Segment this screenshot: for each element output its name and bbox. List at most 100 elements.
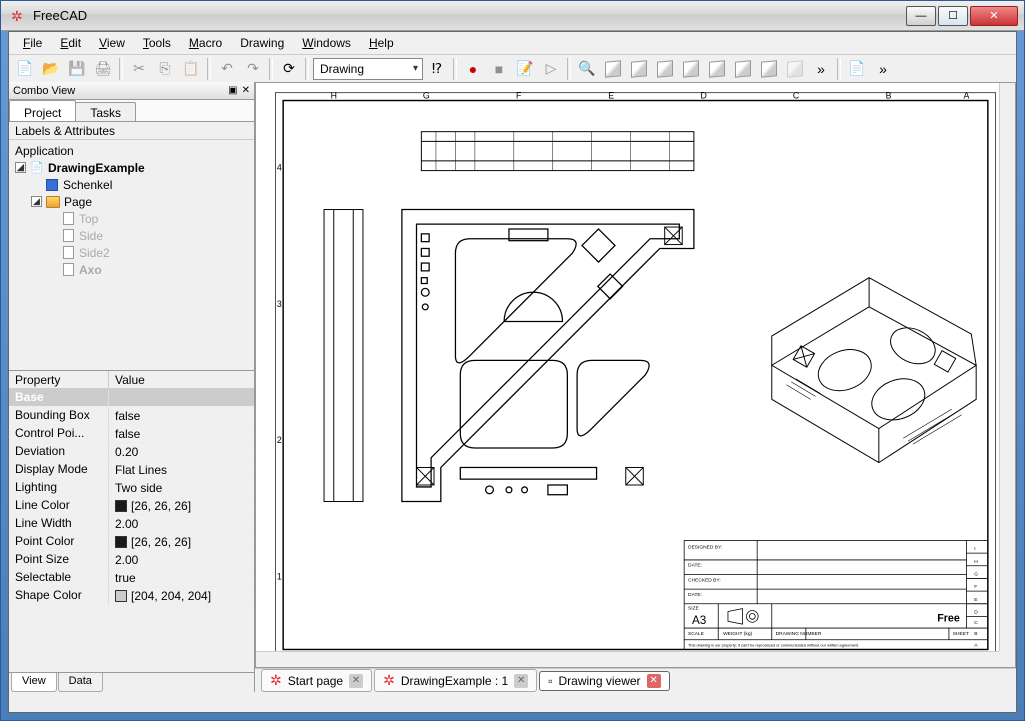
svg-text:DESIGNED BY:: DESIGNED BY: [688,544,722,550]
svg-text:F: F [516,91,521,101]
whatsthis-button[interactable]: ⁉ [425,57,449,81]
prop-tab-data[interactable]: Data [58,673,103,692]
macros-button[interactable]: 📝 [513,57,537,81]
print-button[interactable]: 🖨 [91,57,115,81]
close-tab-icon[interactable]: ✕ [349,674,363,688]
menu-windows[interactable]: Windows [294,34,359,52]
prop-row[interactable]: Point Size2.00 [9,551,254,569]
prop-row[interactable]: Bounding Boxfalse [9,407,254,425]
undock-icon[interactable]: ▣ [228,85,237,96]
prop-tab-view[interactable]: View [11,673,57,692]
svg-text:H: H [331,91,337,101]
tree-document[interactable]: ◢📄DrawingExample [11,159,252,176]
view-right-button[interactable] [679,57,703,81]
tree-part-schenkel[interactable]: Schenkel [11,176,252,193]
vertical-scrollbar[interactable] [999,83,1015,651]
svg-text:SHEET: SHEET [953,631,969,637]
prop-row[interactable]: Shape Color[204, 204, 204] [9,587,254,605]
close-tab-icon[interactable]: ✕ [647,674,661,688]
svg-text:D: D [974,609,978,615]
project-tree[interactable]: Application ◢📄DrawingExample Schenkel ◢P… [9,140,254,370]
menu-macro[interactable]: Macro [181,34,230,52]
run-macro-button[interactable]: ▷ [539,57,563,81]
tree-view-axo[interactable]: Axo [11,261,252,278]
doc-tab-start[interactable]: ✲Start page✕ [261,669,372,692]
zoom-fit-button[interactable]: 🔍 [575,57,599,81]
svg-text:I: I [974,546,975,552]
prop-row[interactable]: Deviation0.20 [9,443,254,461]
menu-help[interactable]: Help [361,34,402,52]
prop-header-value[interactable]: Value [109,371,151,388]
refresh-button[interactable]: ⟳ [277,57,301,81]
color-swatch [115,536,127,548]
app-icon: ✲ [11,8,27,24]
svg-text:E: E [974,597,978,603]
close-panel-icon[interactable]: ✕ [242,85,250,96]
prop-row[interactable]: Line Width2.00 [9,515,254,533]
labels-header: Labels & Attributes [9,122,254,140]
view-left-button[interactable] [757,57,781,81]
new-button[interactable]: 📄 [13,57,37,81]
paste-button[interactable]: 📋 [179,57,203,81]
svg-text:D: D [700,91,706,101]
svg-text:1: 1 [277,571,282,581]
open-button[interactable]: 📂 [39,57,63,81]
menu-file[interactable]: File [15,34,50,52]
stop-macro-button[interactable]: ■ [487,57,511,81]
tab-project[interactable]: Project [9,100,76,121]
menu-drawing[interactable]: Drawing [232,34,292,52]
copy-button[interactable]: ⎘ [153,57,177,81]
view-extra-button[interactable] [783,57,807,81]
svg-text:A: A [974,643,978,649]
close-tab-icon[interactable]: ✕ [514,674,528,688]
menu-view[interactable]: View [91,34,133,52]
tree-application[interactable]: Application [11,142,252,159]
prop-row[interactable]: Control Poi...false [9,425,254,443]
prop-row[interactable]: Line Color[26, 26, 26] [9,497,254,515]
maximize-button[interactable]: ☐ [938,6,968,26]
window-title: FreeCAD [33,8,906,23]
menu-edit[interactable]: Edit [52,34,89,52]
view-iso-button[interactable] [601,57,625,81]
view-front-button[interactable] [627,57,651,81]
view-rear-button[interactable] [705,57,729,81]
tree-view-top[interactable]: Top [11,210,252,227]
menu-tools[interactable]: Tools [135,34,179,52]
minimize-button[interactable]: — [906,6,936,26]
prop-header-property[interactable]: Property [9,371,109,388]
tab-tasks[interactable]: Tasks [75,102,136,121]
view-bottom-button[interactable] [731,57,755,81]
tree-view-side2[interactable]: Side2 [11,244,252,261]
prop-row[interactable]: Point Color[26, 26, 26] [9,533,254,551]
prop-group-base: Base [9,389,109,406]
combo-view-title: Combo View ▣✕ [9,82,254,100]
tree-view-side[interactable]: Side [11,227,252,244]
tree-page[interactable]: ◢Page [11,193,252,210]
property-panel: Property Value BaseBounding BoxfalseCont… [9,370,254,692]
cut-button[interactable]: ✂ [127,57,151,81]
titlebar: ✲ FreeCAD — ☐ ✕ [1,1,1024,31]
drawing-canvas[interactable]: HGFEDCBA HGFEDCBA 4321 [255,82,1016,668]
record-macro-button[interactable]: ● [461,57,485,81]
svg-text:G: G [974,572,978,578]
view-top-button[interactable] [653,57,677,81]
redo-button[interactable]: ↷ [241,57,265,81]
prop-row[interactable]: Display ModeFlat Lines [9,461,254,479]
doc-tab-example[interactable]: ✲DrawingExample : 1✕ [374,669,537,692]
workbench-selector[interactable]: Drawing [313,58,423,80]
horizontal-scrollbar[interactable] [256,651,999,667]
save-button[interactable]: 💾 [65,57,89,81]
close-button[interactable]: ✕ [970,6,1018,26]
doc-tab-viewer[interactable]: ▫Drawing viewer✕ [539,671,669,691]
toolbar-overflow-icon[interactable]: » [809,57,833,81]
undo-button[interactable]: ↶ [215,57,239,81]
svg-text:H: H [974,559,978,565]
svg-text:F: F [974,584,977,590]
prop-row[interactable]: LightingTwo side [9,479,254,497]
svg-text:C: C [974,620,978,626]
prop-row[interactable]: Selectabletrue [9,569,254,587]
toolbar-overflow2-icon[interactable]: » [871,57,895,81]
svg-text:C: C [793,91,799,101]
menubar: File Edit View Tools Macro Drawing Windo… [9,32,1016,54]
new-page-button[interactable]: 📄 [845,57,869,81]
